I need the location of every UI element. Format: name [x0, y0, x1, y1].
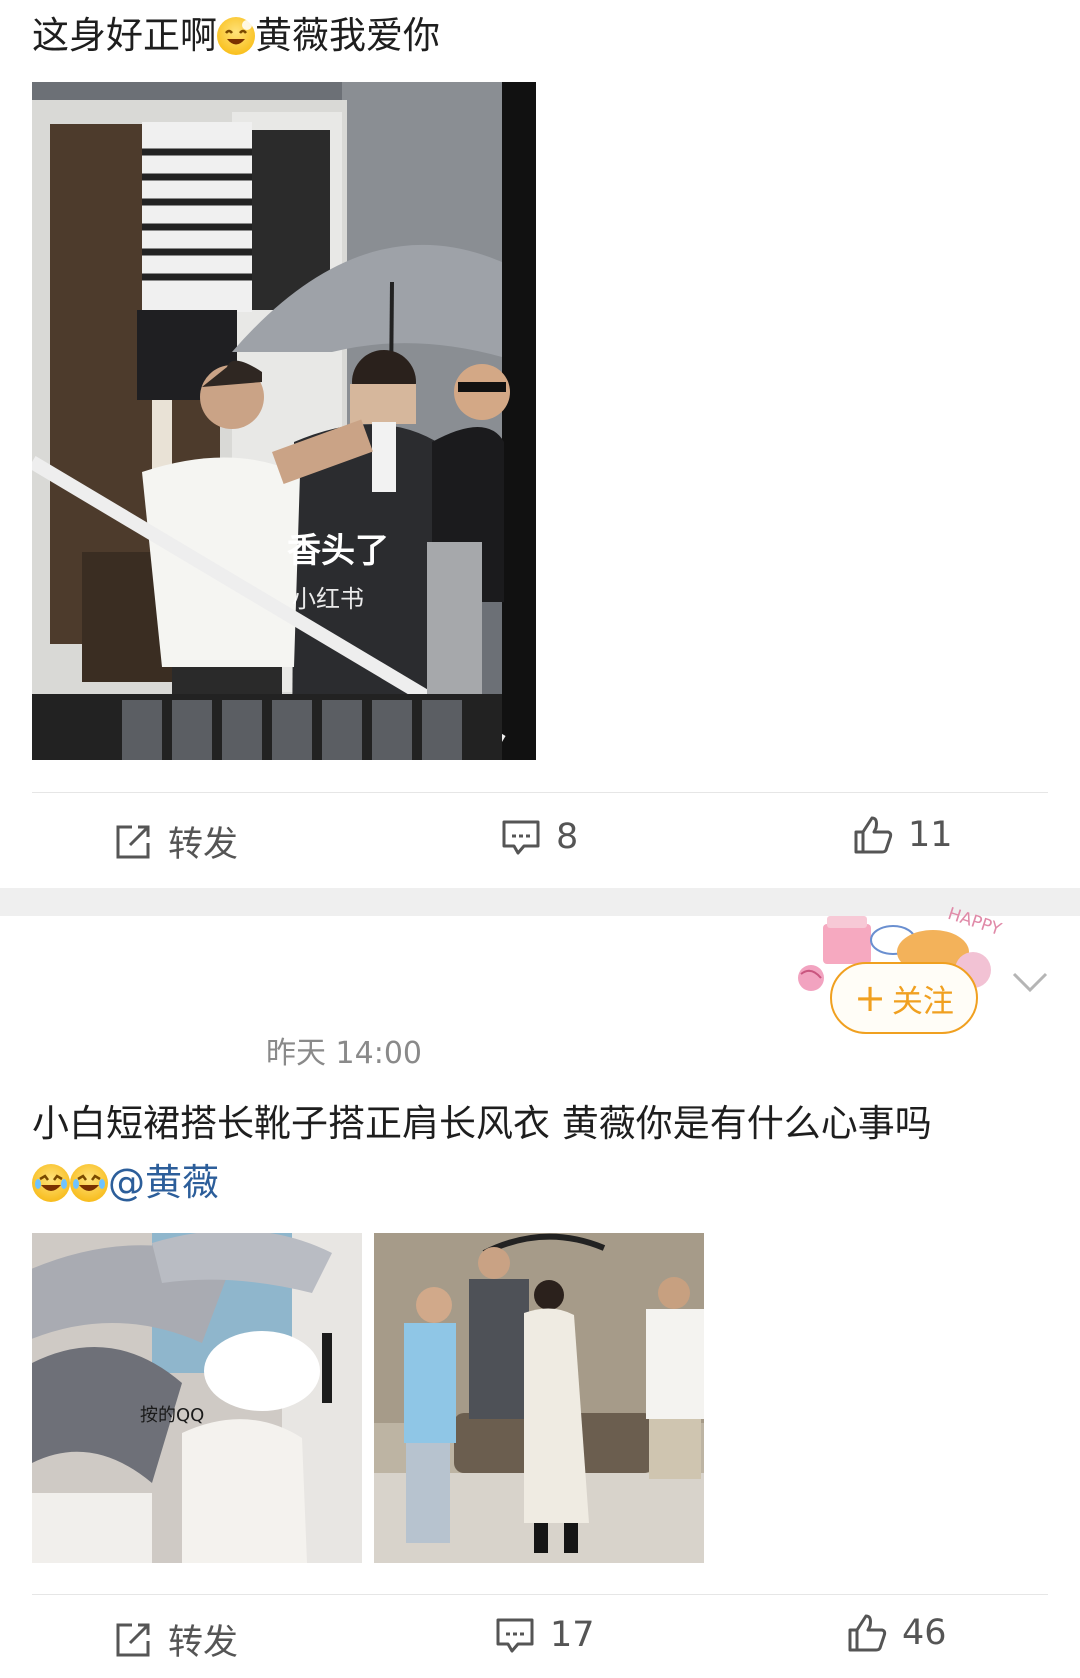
post2-timestamp: 昨天 14:00	[266, 1036, 422, 1071]
follow-button[interactable]: + 关注	[830, 962, 978, 1034]
post2-actions-divider	[32, 1594, 1048, 1595]
post2-photo-2[interactable]	[374, 1233, 704, 1563]
laugh-emoji-icon	[32, 1164, 70, 1202]
post1-photo-caption: 香头了	[287, 531, 389, 571]
laugh-emoji-icon	[70, 1164, 108, 1202]
post1-photo-watermark: 小红书	[292, 585, 364, 613]
post1-repost-label: 转发	[168, 825, 239, 865]
post1-comment-button[interactable]: 8	[500, 816, 578, 858]
post2-like-button[interactable]: 46	[846, 1612, 947, 1654]
post2-photo-1[interactable]: 按的QQ	[32, 1233, 362, 1563]
comment-icon	[500, 816, 542, 858]
post2-photo-1-sticker: 按的QQ	[140, 1405, 204, 1426]
post1-like-count: 11	[908, 815, 953, 855]
post1-like-button[interactable]: 11	[852, 814, 953, 856]
comment-icon	[494, 1614, 536, 1656]
post2-repost-label: 转发	[168, 1623, 239, 1663]
post2-text-line1: 小白短裙搭长靴子搭正肩长风衣 黄薇你是有什么心事吗	[32, 1102, 932, 1145]
plus-icon: +	[854, 976, 886, 1020]
post2-comment-button[interactable]: 17	[494, 1614, 595, 1656]
post2-text-line2: @黄薇	[32, 1157, 219, 1209]
post1-actions-divider	[32, 792, 1048, 793]
repost-icon	[112, 1619, 154, 1661]
post1-repost-button[interactable]: 转发	[112, 816, 238, 867]
post1-photo[interactable]: 香头了 小红书	[32, 82, 536, 760]
post1-comment-count: 8	[556, 817, 579, 857]
post1-text-part1: 这身好正啊	[32, 14, 217, 57]
post1-photo-scene: 香头了 小红书	[32, 82, 536, 760]
chevron-down-icon[interactable]	[1010, 970, 1050, 998]
smile-emoji-icon	[217, 17, 255, 55]
post1-text: 这身好正啊 黄薇我爱你	[32, 10, 440, 62]
mention-link[interactable]: @黄薇	[108, 1161, 219, 1204]
follow-label: 关注	[891, 983, 954, 1020]
post2-comment-count: 17	[550, 1615, 595, 1655]
like-icon	[846, 1612, 888, 1654]
post2-like-count: 46	[902, 1613, 947, 1653]
repost-icon	[112, 821, 154, 863]
post2-repost-button[interactable]: 转发	[112, 1614, 238, 1665]
post1-text-part2: 黄薇我爱你	[255, 14, 440, 57]
like-icon	[852, 814, 894, 856]
